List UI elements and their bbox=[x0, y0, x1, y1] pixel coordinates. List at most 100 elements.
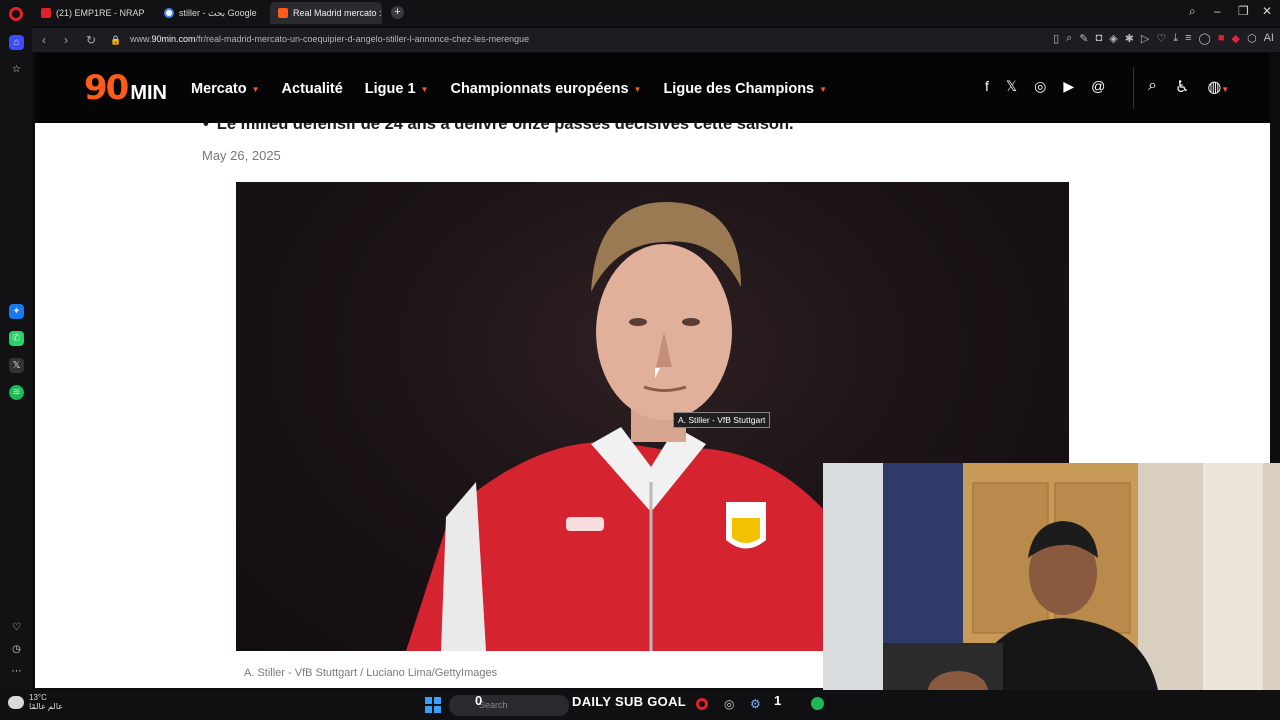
webcam-overlay bbox=[823, 463, 1280, 690]
toolbar-icons: ▯ ⌕ ✎ ◘ ◈ ✱ ▷ ♡ ⤓ ≡ ◯ ■ ◆ ⬡ AI bbox=[1053, 32, 1274, 45]
windows-taskbar: 13°C عالم عالمًا Search 0 DAILY SUB GOAL… bbox=[0, 690, 1280, 720]
nav-label: Mercato bbox=[191, 81, 247, 97]
edit-icon[interactable]: ✎ bbox=[1079, 32, 1088, 45]
opera-logo-icon[interactable] bbox=[9, 7, 23, 21]
chevron-down-icon: ▼ bbox=[819, 84, 828, 94]
messenger-icon[interactable]: ✦ bbox=[9, 304, 24, 319]
sub-goal-count: 1 bbox=[774, 693, 782, 708]
tab-youtube[interactable]: (21) EMP1RE - NRAPI NGI bbox=[33, 2, 145, 24]
site-header: 90 MIN Mercato ▼ Actualité Ligue 1 ▼ Champ… bbox=[35, 53, 1270, 123]
spotify-taskbar-icon[interactable] bbox=[811, 697, 824, 710]
youtube-icon[interactable]: ▶ bbox=[1063, 78, 1074, 95]
lock-icon: 🔒 bbox=[110, 35, 122, 45]
publish-date: May 26, 2025 bbox=[202, 148, 281, 163]
tab-label: Real Madrid mercato : Un bbox=[293, 8, 382, 18]
logo-text: MIN bbox=[130, 82, 167, 104]
opera-taskbar-icon[interactable] bbox=[696, 698, 708, 710]
webcam-feed bbox=[823, 463, 1280, 690]
search-icon[interactable]: ⌕ bbox=[1148, 77, 1157, 97]
back-icon[interactable]: ‹ bbox=[42, 33, 46, 47]
restore-icon[interactable]: ❐ bbox=[1238, 4, 1249, 18]
mouse-cursor-icon bbox=[655, 368, 660, 378]
windows-start-icon[interactable] bbox=[425, 697, 441, 713]
nav-item-actualite[interactable]: Actualité bbox=[282, 81, 343, 97]
taskbar-search[interactable]: Search bbox=[449, 695, 569, 716]
split-view-icon[interactable]: ▯ bbox=[1053, 32, 1059, 45]
heart-sidebar-icon[interactable]: ♡ bbox=[9, 620, 24, 635]
nav-item-championnats-europeens[interactable]: Championnats européens ▼ bbox=[450, 81, 641, 97]
tab-90min-article[interactable]: Real Madrid mercato : Un bbox=[270, 2, 382, 24]
heart-icon[interactable]: ♡ bbox=[1156, 32, 1166, 45]
x-twitter-icon[interactable]: 𝕏 bbox=[9, 358, 24, 373]
history-icon[interactable]: ◷ bbox=[9, 642, 24, 657]
more-icon[interactable]: ⋯ bbox=[9, 664, 24, 679]
download-icon[interactable]: ⤓ bbox=[1173, 32, 1178, 45]
reload-icon[interactable]: ↻ bbox=[86, 33, 96, 47]
google-favicon-icon bbox=[164, 8, 174, 18]
90min-favicon-icon bbox=[278, 8, 288, 18]
weather-widget[interactable]: 13°C عالم عالمًا bbox=[8, 693, 63, 711]
extension-icon[interactable]: ✱ bbox=[1125, 32, 1134, 45]
tab-search-icon[interactable]: ⌕ bbox=[1189, 4, 1196, 19]
nav-item-ligue-1[interactable]: Ligue 1 ▼ bbox=[365, 81, 429, 97]
chevron-down-icon: ▼ bbox=[420, 84, 429, 94]
star-icon[interactable]: ☆ bbox=[9, 62, 24, 77]
play-icon[interactable]: ▷ bbox=[1141, 32, 1149, 45]
accessibility-icon[interactable]: ♿ bbox=[1175, 77, 1189, 97]
spotify-icon[interactable]: ≋ bbox=[9, 385, 24, 400]
nav-label: Ligue 1 bbox=[364, 81, 416, 97]
opera-sidebar: ⌂ ☆ ✦ ✆ 𝕏 ≋ ♡ ◷ ⋯ bbox=[0, 26, 32, 690]
search-count: 0 bbox=[475, 693, 483, 708]
nav-label: Championnats européens bbox=[450, 81, 629, 97]
image-caption: A. Stiller - VfB Stuttgart / Luciano Lim… bbox=[244, 667, 498, 679]
social-links: f 𝕏 ◎ ▶ @ bbox=[985, 78, 1105, 95]
ai-button[interactable]: AI bbox=[1264, 32, 1274, 45]
profile-icon[interactable]: ◯ bbox=[1199, 32, 1211, 45]
language-globe-icon[interactable]: ◍▼ bbox=[1207, 77, 1229, 97]
browser-tab-strip: (21) EMP1RE - NRAPI NGI stiller - بحث Go… bbox=[0, 0, 1280, 26]
threads-icon[interactable]: @ bbox=[1091, 78, 1105, 95]
obs-taskbar-icon[interactable]: ◎ bbox=[724, 697, 734, 711]
adblock-icon[interactable]: ■ bbox=[1218, 32, 1225, 45]
url-path: /fr/real-madrid-mercato-un-coequipier-d-… bbox=[195, 34, 530, 44]
search-placeholder: Search bbox=[479, 700, 508, 710]
chevron-down-icon: ▼ bbox=[251, 84, 260, 94]
new-tab-button[interactable]: + bbox=[391, 6, 404, 19]
daily-sub-goal: DAILY SUB GOAL bbox=[572, 694, 686, 709]
tab-google-search[interactable]: stiller - بحث Google bbox=[156, 2, 266, 24]
nav-item-mercato[interactable]: Mercato ▼ bbox=[191, 81, 260, 97]
tab-label: (21) EMP1RE - NRAPI NGI bbox=[56, 8, 145, 18]
x-icon[interactable]: 𝕏 bbox=[1006, 78, 1017, 95]
url-domain: 90min.com bbox=[151, 34, 196, 44]
cube-icon[interactable]: ⬡ bbox=[1247, 32, 1257, 45]
nav-utilities: ⌕ ♿ ◍▼ bbox=[1148, 77, 1229, 97]
url-field[interactable]: www.90min.com/fr/real-madrid-mercato-un-… bbox=[130, 34, 529, 44]
close-icon[interactable]: ✕ bbox=[1262, 4, 1272, 18]
facebook-icon[interactable]: f bbox=[985, 78, 989, 95]
vpn-icon[interactable]: ◆ bbox=[1232, 32, 1240, 45]
steam-taskbar-icon[interactable]: ⚙ bbox=[750, 697, 761, 711]
90min-logo[interactable]: 90 MIN bbox=[84, 71, 167, 105]
url-prefix: www. bbox=[130, 34, 152, 44]
nav-label: Ligue des Champions bbox=[663, 81, 815, 97]
minimize-icon[interactable]: – bbox=[1214, 4, 1221, 18]
chevron-down-icon: ▼ bbox=[633, 84, 642, 94]
cloud-icon bbox=[8, 695, 24, 709]
menu-icon[interactable]: ≡ bbox=[1185, 32, 1191, 45]
main-nav: Mercato ▼ Actualité Ligue 1 ▼ Championnats… bbox=[191, 81, 827, 97]
shield-icon[interactable]: ◈ bbox=[1109, 32, 1117, 45]
temperature: 13°C bbox=[29, 693, 47, 702]
nav-label: Actualité bbox=[281, 81, 343, 97]
nav-item-ligue-des-champions[interactable]: Ligue des Champions ▼ bbox=[663, 81, 827, 97]
nav-divider bbox=[1133, 67, 1134, 109]
home-icon[interactable]: ⌂ bbox=[9, 35, 24, 50]
instagram-icon[interactable]: ◎ bbox=[1034, 78, 1046, 95]
address-bar: ‹ › ↻ 🔒 www.90min.com/fr/real-madrid-mer… bbox=[32, 28, 1280, 52]
weather-subtext: عالم عالمًا bbox=[29, 702, 63, 711]
youtube-favicon-icon bbox=[41, 8, 51, 18]
image-tooltip: A. Stiller - VfB Stuttgart bbox=[673, 412, 771, 428]
camera-icon[interactable]: ◘ bbox=[1096, 32, 1103, 45]
forward-icon[interactable]: › bbox=[64, 33, 68, 47]
zoom-icon[interactable]: ⌕ bbox=[1066, 32, 1072, 45]
whatsapp-icon[interactable]: ✆ bbox=[9, 331, 24, 346]
